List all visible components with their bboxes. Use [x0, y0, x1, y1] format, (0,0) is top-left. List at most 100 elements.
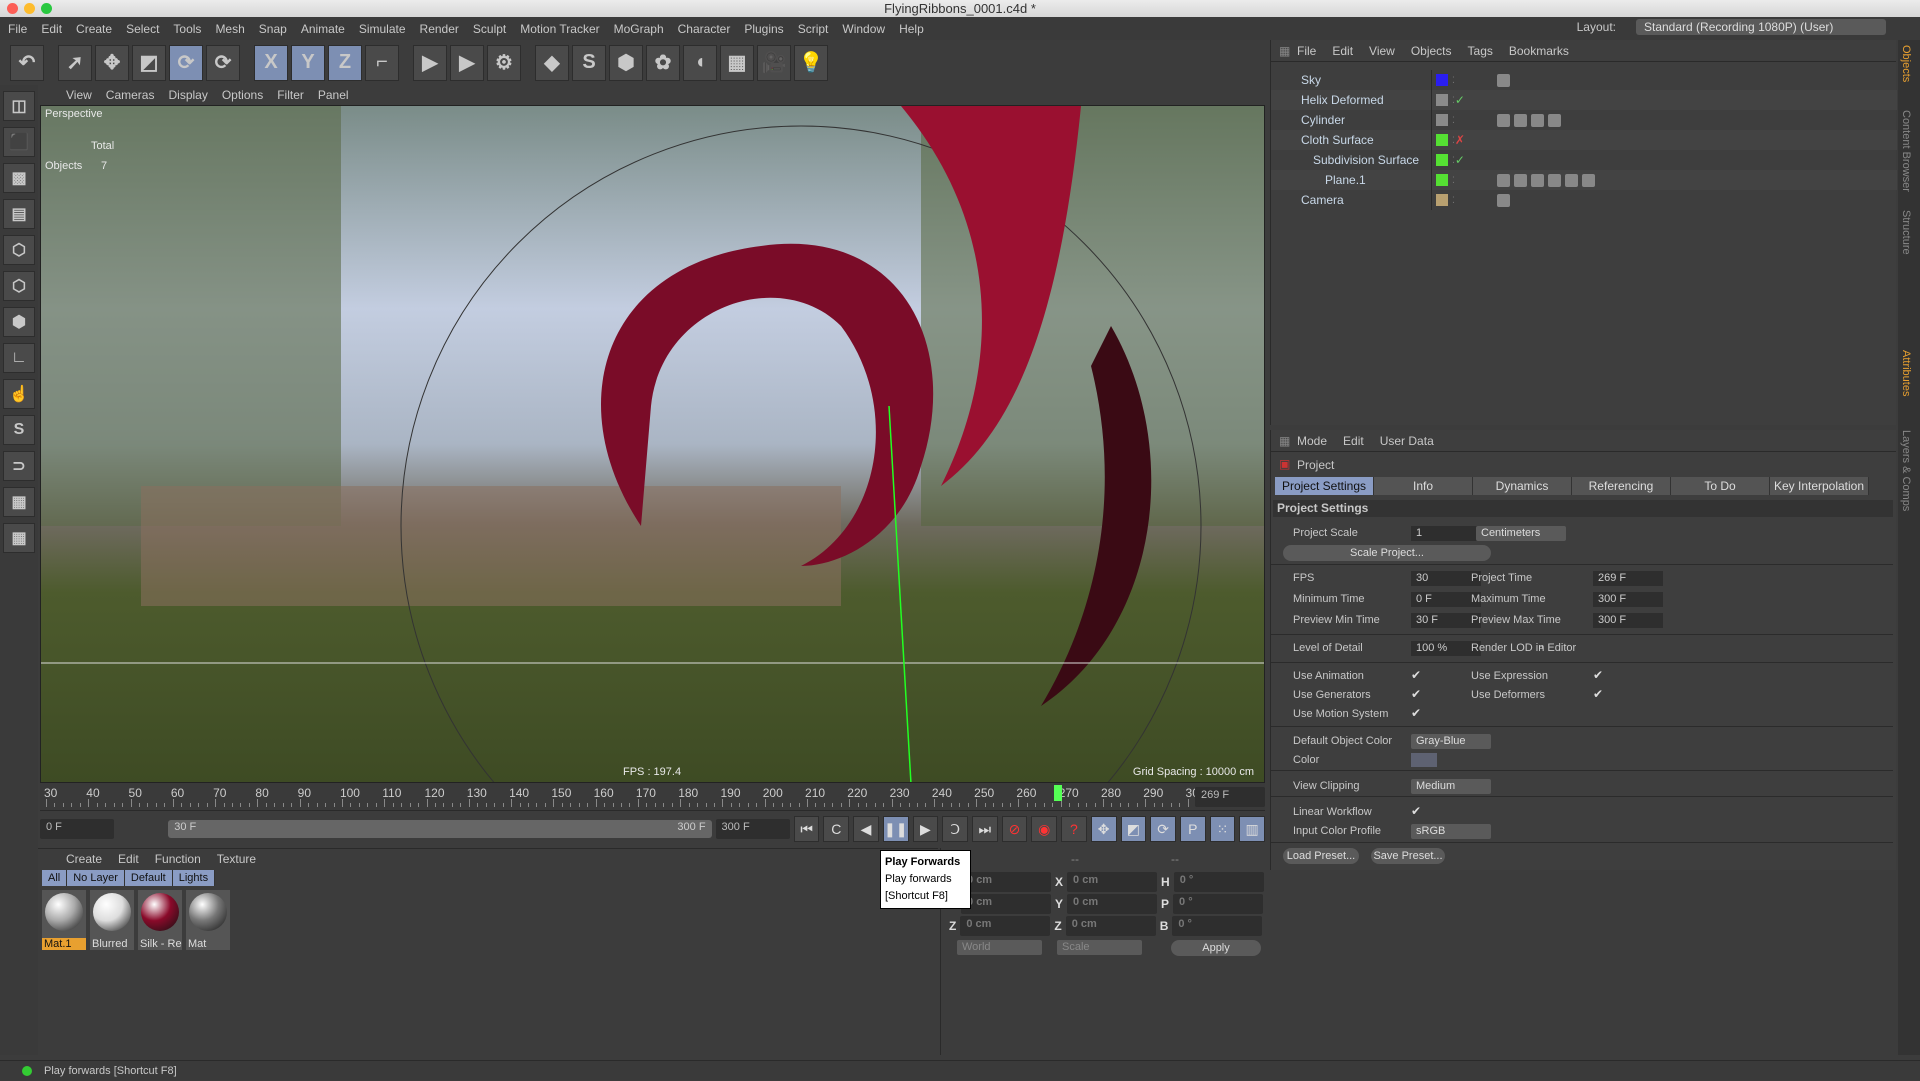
viewport-menu-filter[interactable]: Filter	[277, 88, 304, 102]
make-editable-icon[interactable]: ◫	[3, 91, 35, 121]
lock-workplane-icon[interactable]: ▦	[3, 487, 35, 517]
timeline-layout-icon[interactable]: ▥	[1239, 816, 1266, 842]
load-preset-button[interactable]: Load Preset...	[1283, 848, 1359, 864]
use-animation-checkbox[interactable]: ✔	[1411, 668, 1421, 682]
record-rotation-icon[interactable]: ⟳	[1150, 816, 1176, 842]
tag-icon[interactable]	[1496, 73, 1510, 87]
tag-icon[interactable]	[1496, 173, 1510, 187]
timeline-ruler[interactable]: 30 40 50 60 70 80 90 100 110 120 130 140 150 160 170 18…	[40, 783, 1265, 811]
select-icon[interactable]: ➚	[58, 44, 92, 81]
coord-value-field[interactable]: 0 cm	[960, 916, 1051, 936]
floor-icon[interactable]: ▦	[720, 44, 754, 81]
coord-value-field[interactable]: 0 cm	[961, 872, 1052, 892]
side-tab-content-browser[interactable]: Content Browser	[1900, 110, 1912, 192]
keyframe-selection-icon[interactable]: ?	[1061, 816, 1087, 842]
light-icon[interactable]: 💡	[794, 44, 828, 81]
go-to-end-icon[interactable]: ⏭	[971, 816, 998, 842]
menu-edit[interactable]: Edit	[41, 22, 62, 36]
tag-icon[interactable]	[1547, 113, 1561, 127]
material-filter-no-layer[interactable]: No Layer	[67, 870, 125, 886]
object-row[interactable]: Subdivision Surface ⁚ ✓	[1271, 150, 1897, 170]
layout-dropdown[interactable]: Standard (Recording 1080P) (User)	[1636, 19, 1886, 35]
linear-workflow-checkbox[interactable]: ✔	[1411, 804, 1421, 818]
material-menu-edit[interactable]: Edit	[118, 852, 139, 866]
objects-menu-view[interactable]: View	[1369, 44, 1395, 58]
move-icon[interactable]: ✥	[95, 44, 129, 81]
menu-mograph[interactable]: MoGraph	[614, 22, 664, 36]
tag-icon[interactable]	[1530, 173, 1544, 187]
tab-info[interactable]: Info	[1374, 477, 1473, 495]
points-mode-icon[interactable]: ⬡	[3, 235, 35, 265]
previous-key-icon[interactable]: C	[823, 816, 850, 842]
tab-referencing[interactable]: Referencing	[1572, 477, 1671, 495]
magnet-icon[interactable]: ⊃	[3, 451, 35, 481]
tab-project-settings[interactable]: Project Settings	[1275, 477, 1374, 495]
menu-script[interactable]: Script	[798, 22, 829, 36]
coord-value-field[interactable]: 0 °	[1173, 894, 1264, 914]
current-frame-field[interactable]: 269 F	[1195, 787, 1265, 807]
autokeying-icon[interactable]: ◉	[1031, 816, 1058, 842]
array-icon[interactable]: ✿	[646, 44, 680, 81]
viewport-menu-cameras[interactable]: Cameras	[106, 88, 155, 102]
project-time-field[interactable]: 269 F	[1593, 571, 1663, 586]
objects-menu-bookmarks[interactable]: Bookmarks	[1509, 44, 1569, 58]
apply-button[interactable]: Apply	[1171, 940, 1261, 956]
render-view-icon[interactable]: ▶	[413, 44, 447, 81]
render-lod-checkbox[interactable]: ▫	[1539, 640, 1543, 654]
menu-sculpt[interactable]: Sculpt	[473, 22, 506, 36]
menu-character[interactable]: Character	[678, 22, 731, 36]
use-deformers-checkbox[interactable]: ✔	[1593, 687, 1603, 701]
unit-dropdown[interactable]: Centimeters	[1476, 526, 1566, 541]
subdivision-icon[interactable]: ⬢	[609, 44, 643, 81]
tag-icon[interactable]	[1513, 173, 1527, 187]
snap-icon[interactable]: S	[3, 415, 35, 445]
scale-project-button[interactable]: Scale Project...	[1283, 545, 1491, 561]
zoom-window-button[interactable]	[41, 3, 52, 14]
y-axis-icon[interactable]: Y	[291, 44, 325, 81]
objects-menu-file[interactable]: File	[1297, 44, 1316, 58]
x-axis-icon[interactable]: X	[254, 44, 288, 81]
objects-menu-edit[interactable]: Edit	[1332, 44, 1353, 58]
tab-to-do[interactable]: To Do	[1671, 477, 1770, 495]
previous-frame-icon[interactable]: ◀	[853, 816, 879, 842]
side-tab-attributes[interactable]: Attributes	[1900, 350, 1912, 396]
start-frame-field[interactable]: 0 F	[40, 819, 115, 839]
menu-mesh[interactable]: Mesh	[215, 22, 244, 36]
menu-plugins[interactable]: Plugins	[744, 22, 783, 36]
material-menu-create[interactable]: Create	[66, 852, 102, 866]
material-swatch[interactable]: Mat.1	[42, 890, 86, 950]
side-tab-objects[interactable]: Objects	[1900, 45, 1912, 82]
coordinate-mode-dropdown[interactable]: Scale	[1057, 940, 1142, 955]
play-forwards-button[interactable]: ❚❚	[882, 816, 909, 842]
menu-file[interactable]: File	[8, 22, 27, 36]
use-motion-system-checkbox[interactable]: ✔	[1411, 706, 1421, 720]
object-row[interactable]: Cylinder ⁚	[1271, 110, 1897, 130]
viewport-menu-panel[interactable]: Panel	[318, 88, 349, 102]
default-object-color-dropdown[interactable]: Gray-Blue	[1411, 734, 1491, 749]
object-row[interactable]: Cloth Surface ⁚ ✗	[1271, 130, 1897, 150]
record-scale-icon[interactable]: ◩	[1120, 816, 1147, 842]
tag-icon[interactable]	[1581, 173, 1595, 187]
objects-menu-tags[interactable]: Tags	[1468, 44, 1493, 58]
workplane-icon[interactable]: ▤	[3, 199, 35, 229]
menu-window[interactable]: Window	[842, 22, 885, 36]
rotate-icon[interactable]: ⟳	[169, 44, 203, 81]
attr-menu-edit[interactable]: Edit	[1343, 434, 1364, 448]
coordinate-space-dropdown[interactable]: World	[957, 940, 1042, 955]
tag-icon[interactable]	[1496, 193, 1510, 207]
viewport-menu-display[interactable]: Display	[168, 88, 207, 102]
material-swatch[interactable]: Mat	[186, 890, 230, 950]
scale-icon[interactable]: ◩	[132, 44, 166, 81]
object-row[interactable]: Camera ⁚	[1271, 190, 1897, 210]
next-key-icon[interactable]: Ↄ	[942, 816, 968, 842]
tag-icon[interactable]	[1564, 173, 1578, 187]
object-row[interactable]: Helix Deformed ⁚ ✓	[1271, 90, 1897, 110]
tag-icon[interactable]	[1513, 113, 1527, 127]
material-swatch[interactable]: Silk - Re	[138, 890, 182, 950]
coord-value-field[interactable]: 0 °	[1173, 872, 1264, 892]
viewport-menu-view[interactable]: View	[66, 88, 92, 102]
enable-toggle[interactable]: ✗	[1455, 133, 1467, 147]
tab-dynamics[interactable]: Dynamics	[1473, 477, 1572, 495]
end-frame-field[interactable]: 300 F	[715, 819, 790, 839]
recent-tool-icon[interactable]: ⟳	[206, 44, 240, 81]
